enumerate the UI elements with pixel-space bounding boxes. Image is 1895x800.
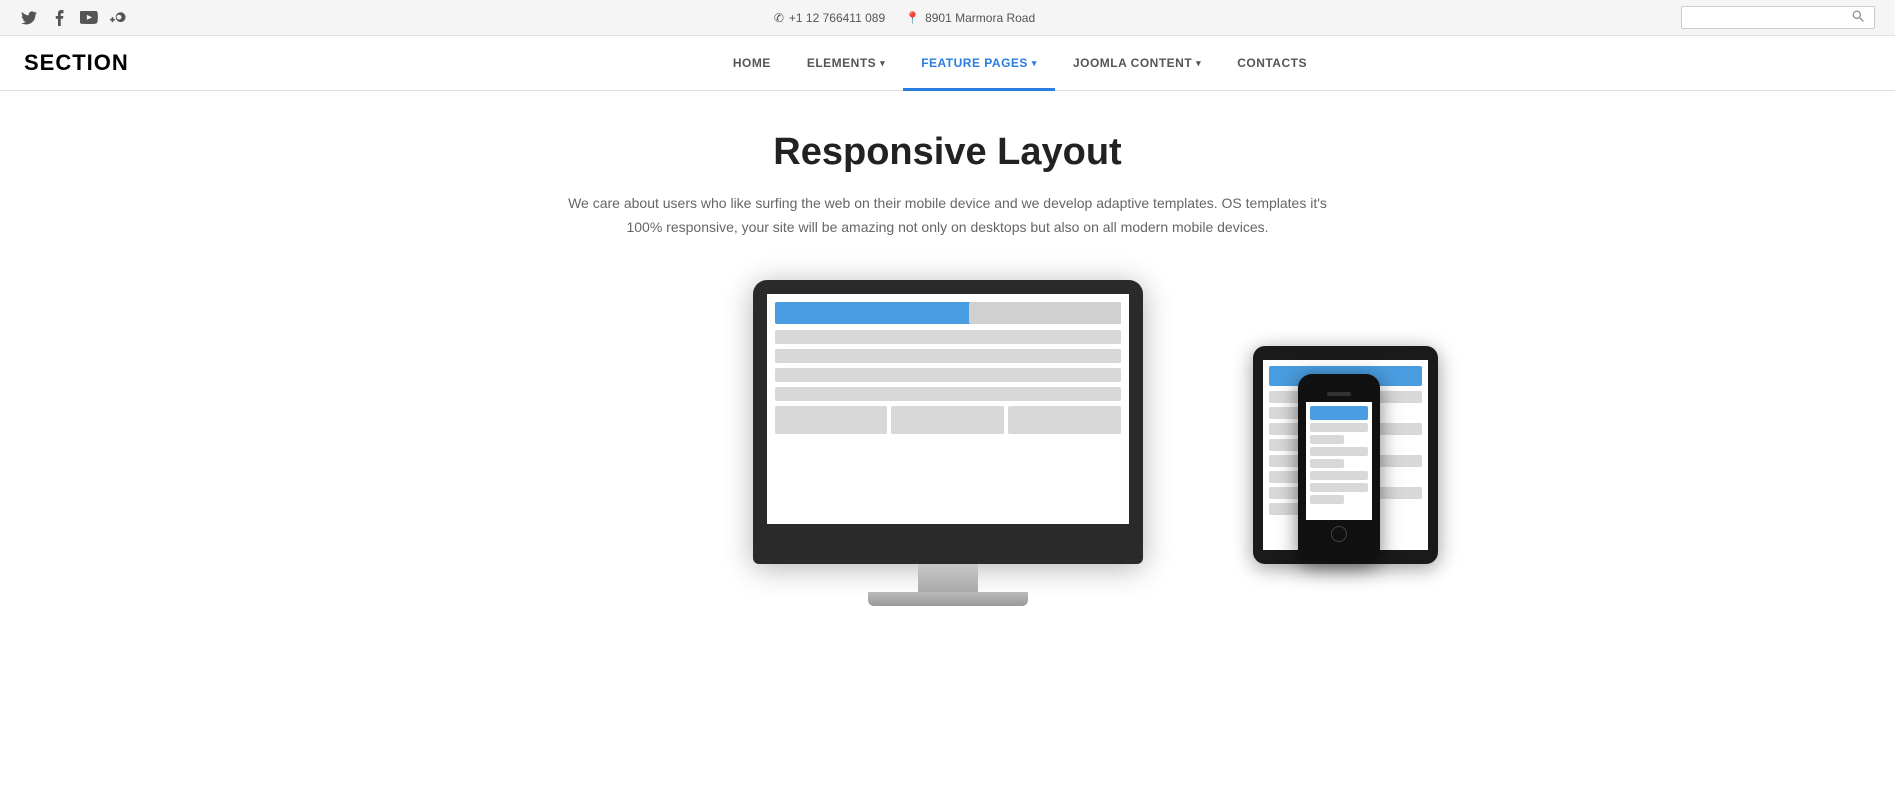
top-bar: ✆ +1 12 766411 089 📍 8901 Marmora Road <box>0 0 1895 36</box>
phone-number: +1 12 766411 089 <box>789 11 885 25</box>
monitor-screen <box>767 294 1129 524</box>
elements-chevron-icon: ▾ <box>880 58 885 69</box>
feature-pages-chevron-icon: ▾ <box>1032 58 1037 69</box>
phone-row-4 <box>1310 459 1345 468</box>
social-links <box>20 9 128 27</box>
monitor-col-1 <box>775 406 888 434</box>
monitor-mockup <box>753 280 1143 606</box>
nav-home-label: HOME <box>733 56 771 70</box>
nav-joomla-label: JOOMLA CONTENT <box>1073 56 1192 70</box>
monitor-col-3 <box>1008 406 1121 434</box>
nav-joomla-content[interactable]: JOOMLA CONTENT ▾ <box>1055 48 1219 78</box>
youtube-icon[interactable] <box>80 9 98 27</box>
search-button[interactable] <box>1850 10 1866 25</box>
navbar: SECTION HOME ELEMENTS ▾ FEATURE PAGES ▾ … <box>0 36 1895 91</box>
monitor-cols <box>775 406 1121 434</box>
monitor-col-2 <box>891 406 1004 434</box>
phone-screen <box>1306 402 1372 520</box>
monitor-outer <box>753 280 1143 564</box>
monitor-base <box>868 592 1028 606</box>
devices-mockup <box>368 280 1528 606</box>
page-content: Responsive Layout We care about users wh… <box>348 91 1548 646</box>
search-area <box>1681 6 1875 29</box>
nav-feature-pages[interactable]: FEATURE PAGES ▾ <box>903 48 1055 78</box>
phone-outer <box>1298 374 1380 564</box>
address-text: 8901 Marmora Road <box>925 11 1035 25</box>
monitor-row-1 <box>775 330 1121 344</box>
phone-mockup <box>1298 374 1380 564</box>
phone-row-7 <box>1310 495 1345 504</box>
nav-elements[interactable]: ELEMENTS ▾ <box>789 48 903 78</box>
nav-feature-pages-label: FEATURE PAGES <box>921 56 1028 70</box>
monitor-row-2 <box>775 349 1121 363</box>
joomla-chevron-icon: ▾ <box>1196 58 1201 69</box>
site-logo[interactable]: SECTION <box>24 50 129 76</box>
search-input[interactable] <box>1690 11 1850 25</box>
phone-info: ✆ +1 12 766411 089 <box>774 11 885 25</box>
nav-home[interactable]: HOME <box>715 48 789 78</box>
address-info: 📍 8901 Marmora Road <box>905 11 1035 25</box>
address-icon: 📍 <box>905 11 920 25</box>
nav-items: HOME ELEMENTS ▾ FEATURE PAGES ▾ JOOMLA C… <box>715 48 1325 78</box>
phone-row-5 <box>1310 471 1368 480</box>
googleplus-icon[interactable] <box>110 9 128 27</box>
phone-row-2 <box>1310 435 1345 444</box>
phone-row-6 <box>1310 483 1368 492</box>
phone-speaker <box>1327 392 1351 396</box>
monitor-stand <box>753 564 1143 606</box>
twitter-icon[interactable] <box>20 9 38 27</box>
phone-row-1 <box>1310 423 1368 432</box>
monitor-header-bar <box>775 302 1121 324</box>
page-title: Responsive Layout <box>368 131 1528 174</box>
monitor-row-4 <box>775 387 1121 401</box>
phone-row-3 <box>1310 447 1368 456</box>
facebook-icon[interactable] <box>50 9 68 27</box>
phone-icon: ✆ <box>774 11 784 25</box>
monitor-row-3 <box>775 368 1121 382</box>
contact-info: ✆ +1 12 766411 089 📍 8901 Marmora Road <box>774 11 1035 25</box>
monitor-neck <box>918 564 978 592</box>
phone-home-button <box>1331 526 1347 542</box>
search-box[interactable] <box>1681 6 1875 29</box>
nav-elements-label: ELEMENTS <box>807 56 876 70</box>
phone-header-bar <box>1310 406 1368 420</box>
nav-contacts[interactable]: CONTACTS <box>1219 48 1325 78</box>
page-subtitle: We care about users who like surfing the… <box>568 192 1328 240</box>
nav-contacts-label: CONTACTS <box>1237 56 1307 70</box>
